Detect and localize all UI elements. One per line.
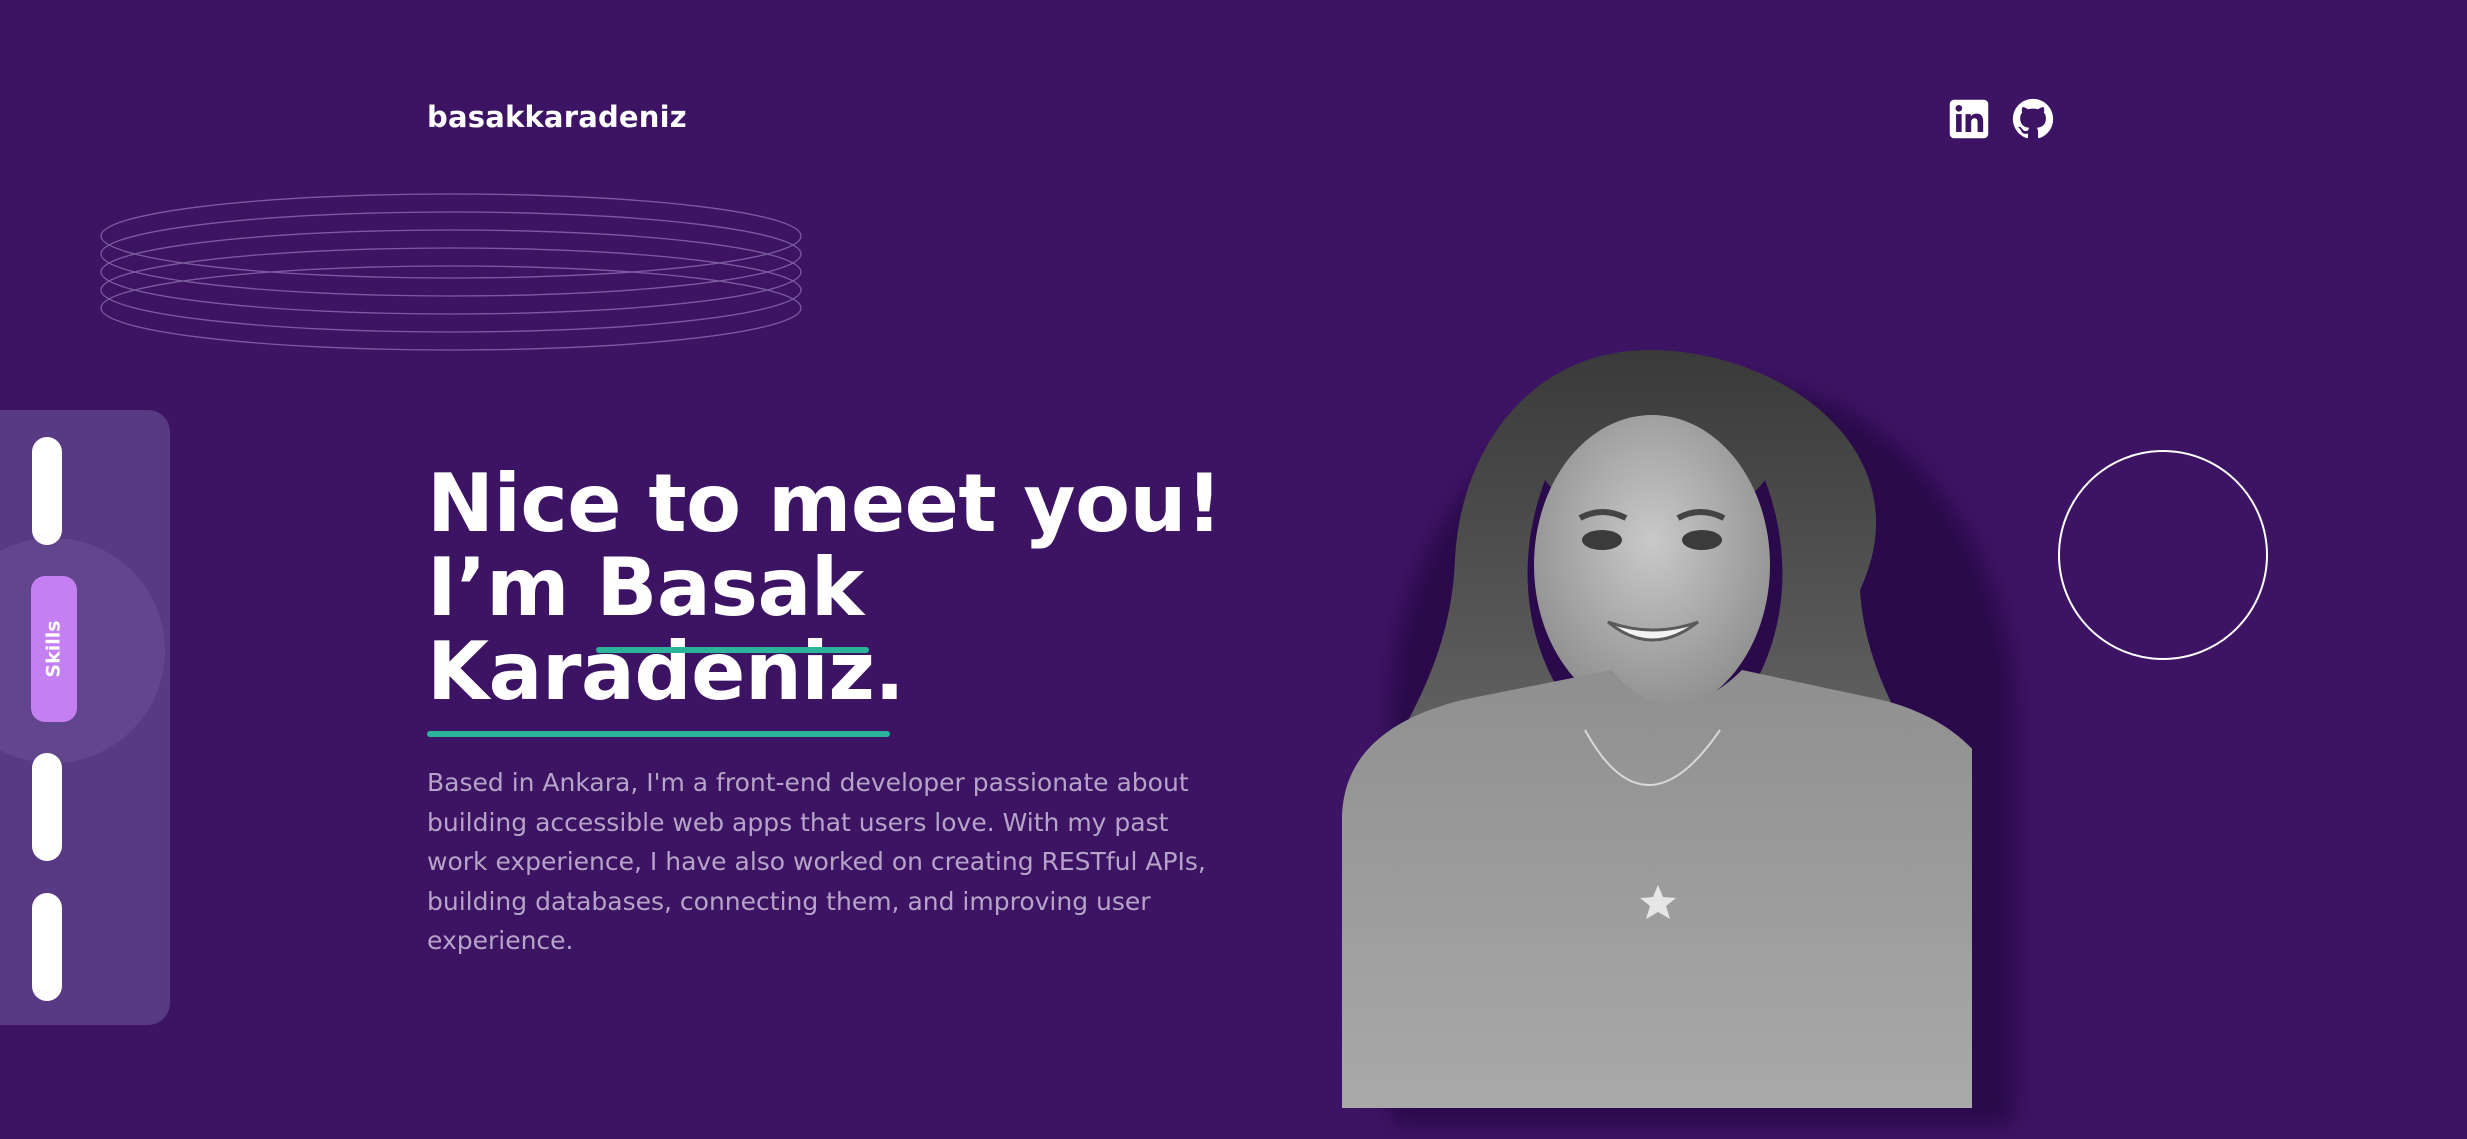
github-icon: [2012, 98, 2054, 139]
decorative-rings: [100, 193, 802, 351]
section-nav: Skills: [0, 410, 170, 1025]
linkedin-link[interactable]: [1948, 98, 1990, 140]
headline-line: Karadeniz.: [427, 625, 905, 718]
brand-logo[interactable]: basakkaradeniz: [427, 100, 687, 134]
intro-paragraph: Based in Ankara, I'm a front-end develop…: [427, 768, 1206, 955]
headline-line: Nice to meet you!: [427, 457, 1222, 550]
nav-highlight: [0, 538, 165, 763]
headline-line: I’m Basak: [427, 541, 864, 634]
social-links: [1948, 98, 2054, 140]
nav-item-3[interactable]: [32, 753, 62, 861]
nav-item-skills[interactable]: Skills: [31, 576, 77, 722]
nav-item-4[interactable]: [32, 893, 62, 1001]
hero-headline: Nice to meet you! I’m Basak Karadeniz.: [427, 462, 1222, 714]
decorative-circle: [2058, 450, 2268, 660]
github-link[interactable]: [2012, 98, 2054, 140]
nav-item-1[interactable]: [32, 437, 62, 545]
name-underline: [596, 647, 869, 653]
nav-item-label: Skills: [43, 620, 66, 678]
portrait-photo: [1340, 350, 1972, 1108]
linkedin-icon: [1949, 99, 1989, 139]
surname-underline: [427, 731, 890, 737]
